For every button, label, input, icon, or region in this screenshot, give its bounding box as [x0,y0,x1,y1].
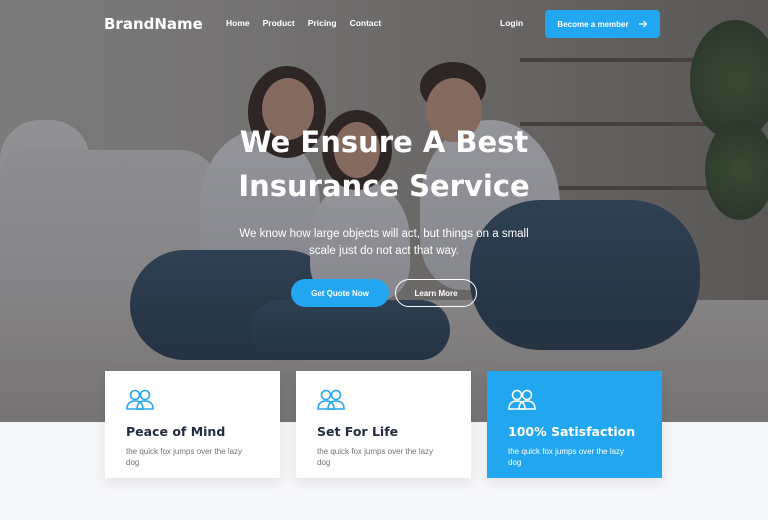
top-navbar: BrandName Home Product Pricing Contact L… [0,0,768,48]
nav-link-home[interactable]: Home [226,18,250,28]
hero-overlay [0,0,768,422]
feature-description: the quick fox jumps over the lazy dog [317,447,434,467]
brand-logo[interactable]: BrandName [104,15,203,33]
feature-description: the quick fox jumps over the lazy dog [126,447,243,467]
feature-card-peace-of-mind: Peace of Mind the quick fox jumps over t… [105,371,280,478]
users-icon [317,389,345,410]
nav-links: Home Product Pricing Contact [226,18,394,28]
headline-line-2: Insurance Service [238,169,530,203]
feature-title: Set For Life [317,424,399,439]
feature-title: Peace of Mind [126,424,226,439]
hero-section: BrandName Home Product Pricing Contact L… [0,0,768,422]
login-link[interactable]: Login [500,18,523,28]
feature-description: the quick fox jumps over the lazy dog [508,447,625,467]
nav-link-product[interactable]: Product [263,18,295,28]
users-icon [508,389,536,410]
feature-card-satisfaction: 100% Satisfaction the quick fox jumps ov… [487,371,662,478]
become-member-label: Become a member [557,19,629,29]
hero-headline: We Ensure A Best Insurance Service [0,120,768,208]
nav-link-pricing[interactable]: Pricing [308,18,337,28]
become-member-button[interactable]: Become a member [545,10,660,38]
feature-card-set-for-life: Set For Life the quick fox jumps over th… [296,371,471,478]
feature-title: 100% Satisfaction [508,424,636,439]
users-icon [126,389,154,410]
get-quote-button[interactable]: Get Quote Now [291,279,389,307]
learn-more-button[interactable]: Learn More [395,279,477,307]
hero-subtext: We know how large objects will act, but … [239,228,529,257]
arrow-right-icon [638,20,647,28]
nav-link-contact[interactable]: Contact [350,18,382,28]
headline-line-1: We Ensure A Best [239,125,529,159]
